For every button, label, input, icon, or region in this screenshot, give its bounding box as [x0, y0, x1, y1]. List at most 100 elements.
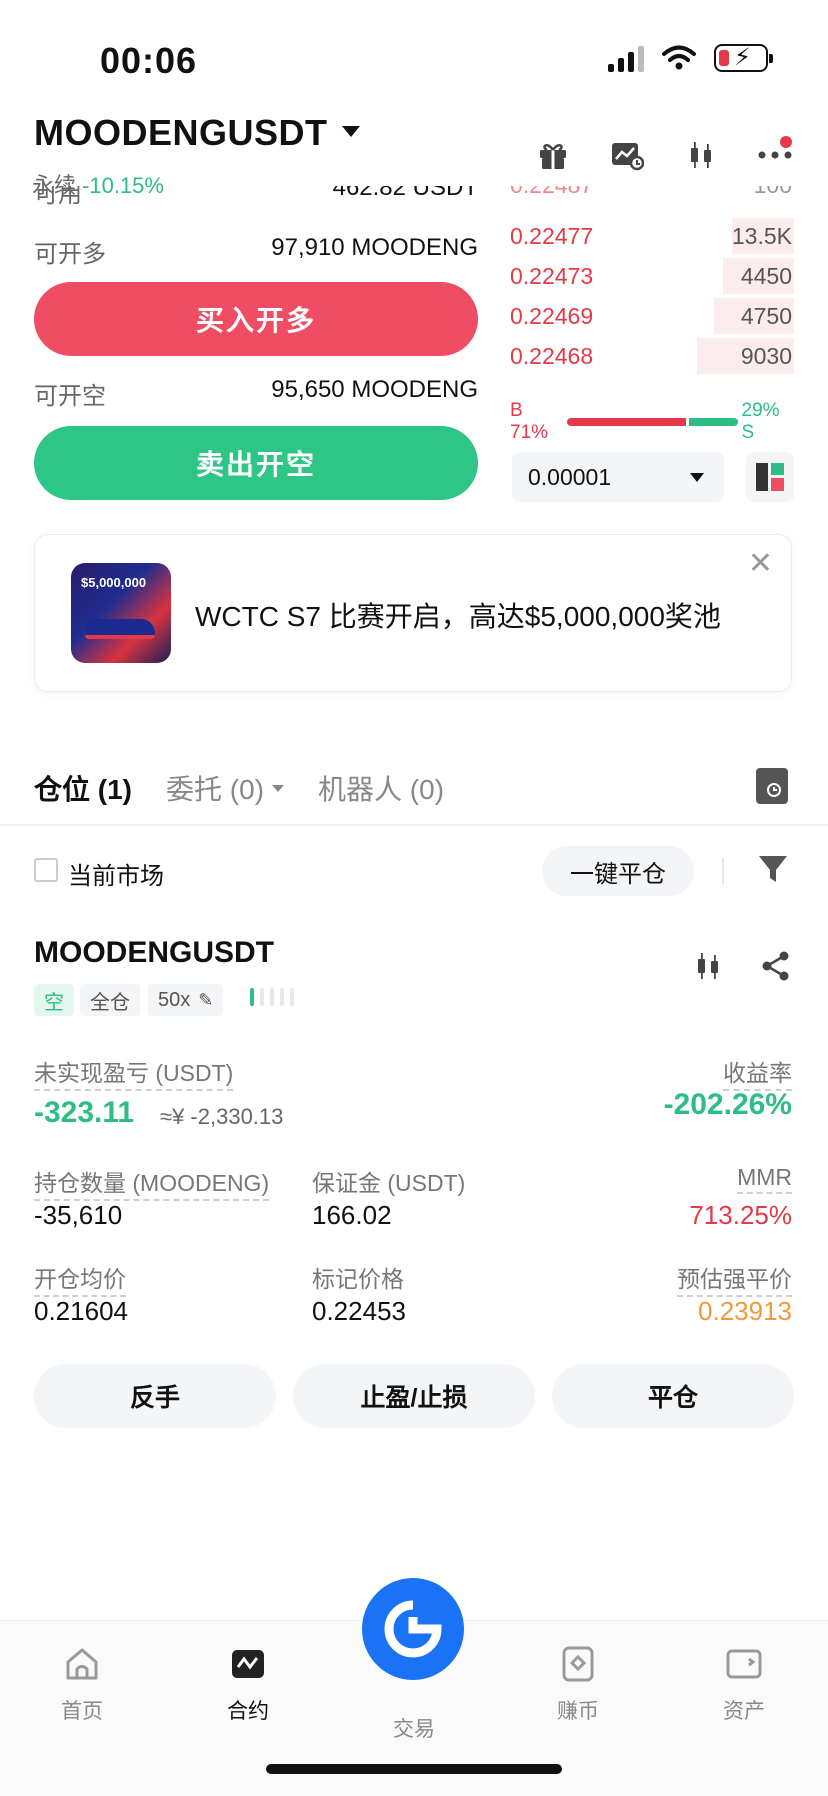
trade-logo-icon — [384, 1600, 442, 1658]
wallet-icon — [726, 1649, 762, 1679]
sell-short-button[interactable]: 卖出开空 — [34, 426, 478, 500]
order-book-clipped-row: 0.22487 100 — [510, 186, 794, 208]
separator — [722, 858, 724, 884]
size-value: -35,610 — [34, 1200, 123, 1230]
roe-label: 收益率 — [723, 1054, 792, 1091]
ask-qty: 13.5K — [731, 222, 792, 249]
ask-price: 0.22468 — [510, 342, 594, 369]
tab-positions[interactable]: 仓位 (1) — [34, 768, 132, 808]
precision-select[interactable]: 0.00001 — [512, 452, 724, 502]
candlestick-icon[interactable] — [684, 138, 718, 172]
long-available-label: 可开多 — [34, 241, 106, 268]
ask-price: 0.22473 — [510, 262, 594, 289]
orderbook-layout-button[interactable] — [746, 452, 794, 502]
wifi-icon — [662, 45, 696, 70]
contract-icon — [232, 1650, 264, 1678]
nav-assets-label: 资产 — [723, 1700, 765, 1723]
available-value: 462.82 USDT — [332, 186, 478, 201]
upnl-cny: ≈¥ -2,330.13 — [160, 1104, 284, 1129]
history-icon[interactable] — [756, 768, 788, 804]
chevron-down-icon — [690, 472, 704, 482]
banner-image: $5,000,000 — [71, 563, 171, 663]
filter-icon[interactable] — [756, 852, 790, 891]
nav-home-label: 首页 — [61, 1700, 103, 1723]
margin-mode-badge: 全仓 — [80, 984, 140, 1016]
status-icons: ⚡ — [608, 44, 773, 72]
tpsl-button[interactable]: 止盈/止损 — [293, 1364, 535, 1428]
margin-label: 保证金 (USDT) — [312, 1170, 466, 1196]
buy-ratio-label: B 71% — [510, 400, 549, 443]
mark-price-label: 标记价格 — [312, 1266, 404, 1292]
notification-dot — [780, 136, 792, 148]
trade-fab-button[interactable] — [362, 1578, 464, 1680]
position-tabs: 仓位 (1) 委托 (0) 机器人 (0) — [34, 768, 444, 808]
risk-meter — [250, 988, 294, 1006]
liq-price-value: 0.23913 — [698, 1296, 792, 1326]
mark-price-value: 0.22453 — [312, 1296, 406, 1326]
ask-row[interactable]: 0.22477 13.5K — [510, 216, 794, 256]
precision-value: 0.00001 — [528, 463, 612, 490]
ask-qty: 4750 — [740, 302, 792, 329]
close-icon[interactable]: ✕ — [748, 549, 773, 579]
signal-icon — [608, 44, 644, 72]
chevron-down-icon — [272, 784, 285, 792]
reverse-button[interactable]: 反手 — [34, 1364, 276, 1428]
divider — [0, 824, 828, 826]
ask-price: 0.22469 — [510, 302, 594, 329]
ask-price: 0.22477 — [510, 222, 594, 249]
buy-sell-ratio: B 71% 29% S — [510, 400, 794, 444]
position-symbol[interactable]: MOODENGUSDT — [34, 936, 274, 970]
ask-qty: 9030 — [740, 342, 792, 369]
buy-ratio-bar — [566, 418, 686, 426]
gift-icon[interactable] — [536, 138, 570, 172]
available-row: 可用 462.82 USDT — [34, 186, 478, 208]
banner-text: WCTC S7 比赛开启，高达$5,000,000奖池 — [195, 601, 721, 632]
header-toolbar — [536, 138, 792, 172]
status-time: 00:06 — [100, 40, 198, 81]
entry-price-label: 开仓均价 — [34, 1260, 126, 1297]
margin-value: 166.02 — [312, 1200, 392, 1230]
ask-row[interactable]: 0.22473 4450 — [510, 256, 794, 296]
short-available-label: 可开空 — [34, 383, 106, 410]
ask-row[interactable]: 0.22468 9030 — [510, 336, 794, 376]
current-market-label: 当前市场 — [68, 863, 164, 890]
nav-trade-label: 交易 — [393, 1718, 435, 1741]
leverage-badge[interactable]: 50x ✎ — [148, 984, 224, 1016]
entry-price-value: 0.21604 — [34, 1296, 128, 1326]
nav-trade[interactable]: 交易 — [354, 1713, 474, 1743]
price-alert-icon[interactable] — [610, 138, 644, 172]
tab-orders[interactable]: 委托 (0) — [166, 768, 285, 808]
tab-bots[interactable]: 机器人 (0) — [318, 768, 444, 808]
pair-dropdown-icon[interactable] — [342, 126, 360, 137]
available-label: 可用 — [34, 186, 82, 208]
long-available-value: 97,910 MOODENG — [271, 234, 478, 261]
mmr-label: MMR — [737, 1164, 792, 1194]
sell-ratio-bar — [688, 418, 738, 426]
nav-contract[interactable]: 合约 — [188, 1645, 308, 1725]
position-card-actions — [692, 950, 792, 987]
ask-row[interactable]: 0.22469 4750 — [510, 296, 794, 336]
current-market-checkbox[interactable] — [34, 858, 58, 882]
upnl-label: 未实现盈亏 (USDT) — [34, 1054, 234, 1091]
pair-title[interactable]: MOODENGUSDT — [34, 112, 328, 154]
nav-earn-label: 赚币 — [557, 1700, 599, 1723]
layout-icon — [756, 463, 784, 491]
share-icon[interactable] — [760, 950, 792, 987]
ask-qty: 100 — [754, 186, 794, 199]
close-all-button[interactable]: 一键平仓 — [542, 846, 694, 896]
nav-home[interactable]: 首页 — [22, 1645, 142, 1725]
close-position-button[interactable]: 平仓 — [552, 1364, 794, 1428]
ask-price: 0.22487 — [510, 186, 593, 199]
nav-earn[interactable]: 赚币 — [518, 1645, 638, 1725]
nav-assets[interactable]: 资产 — [684, 1645, 804, 1725]
liq-price-label: 预估强平价 — [677, 1260, 792, 1297]
candlestick-icon[interactable] — [692, 950, 724, 987]
buy-long-button[interactable]: 买入开多 — [34, 282, 478, 356]
ratio-bar — [566, 418, 738, 426]
leverage-value: 50x — [158, 988, 191, 1011]
sell-ratio-label: 29% S — [741, 400, 780, 443]
earn-icon — [562, 1646, 594, 1682]
promo-banner[interactable]: $5,000,000 WCTC S7 比赛开启，高达$5,000,000奖池 ✕ — [34, 534, 792, 692]
nav-contract-label: 合约 — [227, 1700, 269, 1723]
battery-icon: ⚡ — [714, 44, 773, 72]
